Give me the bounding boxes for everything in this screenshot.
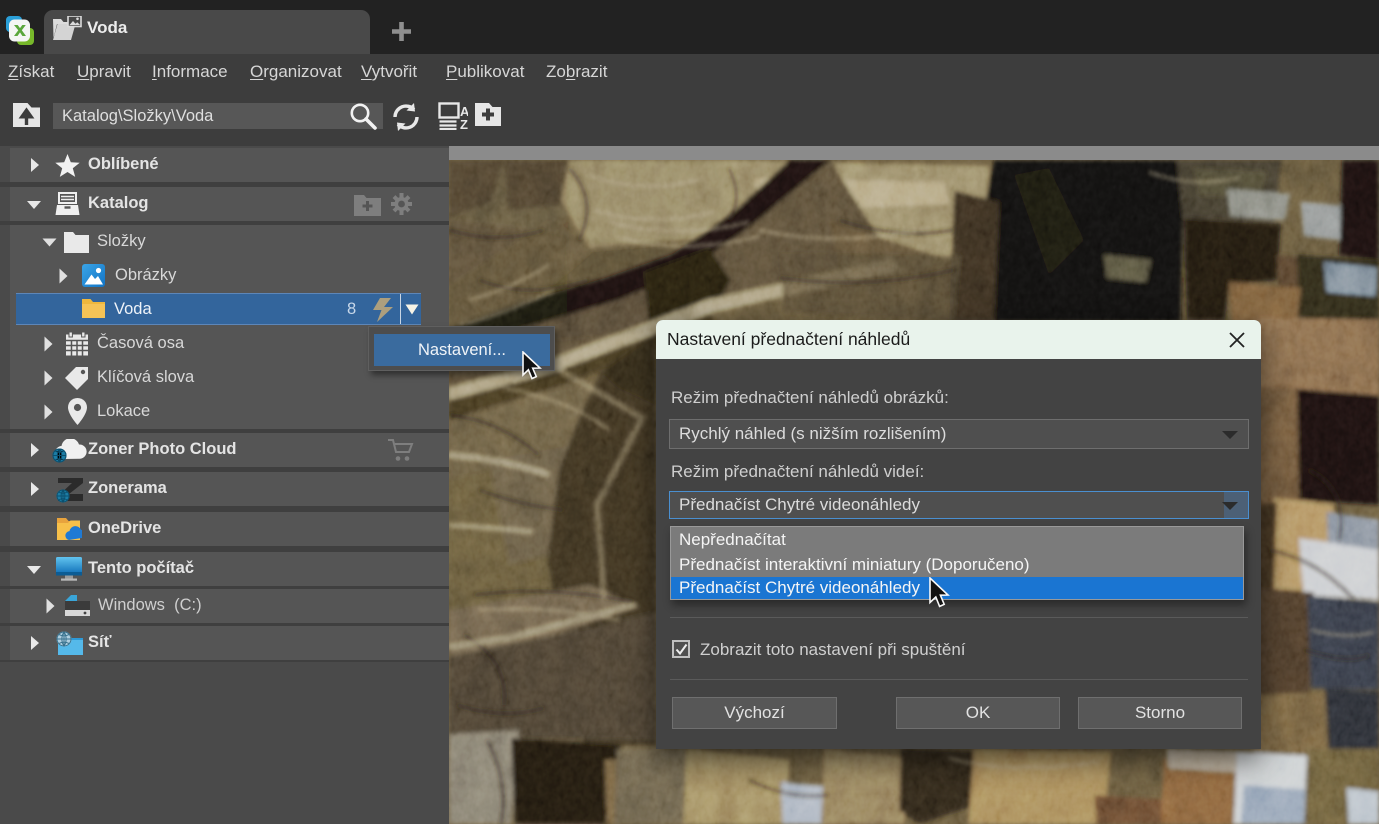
svg-text:Z: Z <box>460 117 468 130</box>
